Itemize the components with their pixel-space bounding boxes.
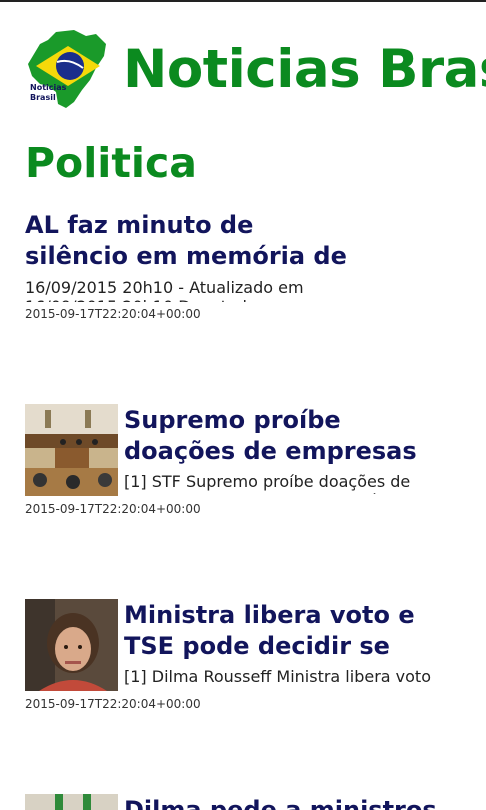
article-headline[interactable]: Dilma pede a ministros [124,795,444,810]
section-title: Politica [25,139,197,187]
article-summary: [1] Dilma Rousseff Ministra libera voto … [124,667,431,689]
article-thumbnail [25,404,118,496]
article-headline[interactable]: Supremo proíbe doações de empresas [124,405,424,467]
app-header: Noticias Brasil Noticias Brasil [0,0,486,130]
brazil-map-logo-icon: Noticias Brasil [28,30,106,108]
article-headline[interactable]: Ministra libera voto e TSE pode decidir … [124,600,424,662]
app-title: Noticias Brasil [123,39,486,100]
article-headline[interactable]: AL faz minuto de silêncio em memória de [25,210,355,272]
article-thumbnail [25,599,118,691]
article-timestamp: 2015-09-17T22:20:04+00:00 [25,307,201,321]
flag-photo-icon [25,794,118,810]
article-timestamp: 2015-09-17T22:20:04+00:00 [25,502,201,516]
article-thumbnail [25,794,118,810]
portrait-photo-icon [25,599,118,691]
logo-text-line1: Noticias [30,83,67,92]
article-summary: 16/09/2015 20h10 - Atualizado em 16/09/2… [25,278,304,302]
article-timestamp: 2015-09-17T22:20:04+00:00 [25,697,201,711]
courtroom-photo-icon [25,404,118,496]
article-summary: [1] STF Supremo proíbe doações de empres… [124,472,413,494]
logo-text-line2: Brasil [30,93,56,102]
